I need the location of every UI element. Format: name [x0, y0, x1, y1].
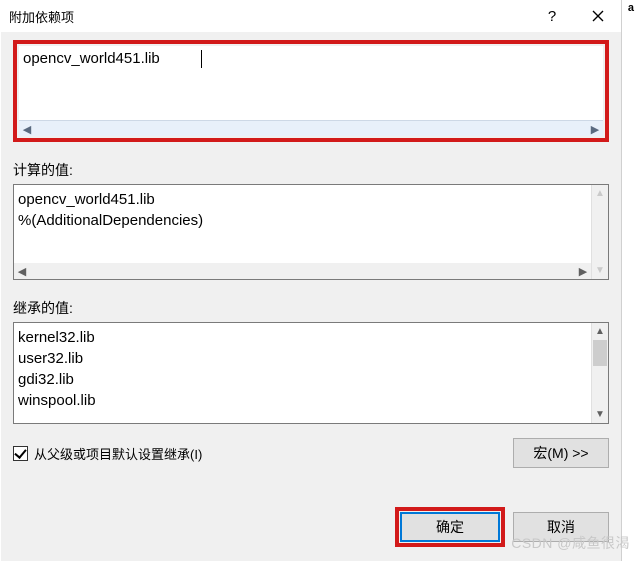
scroll-left-icon[interactable]: ◀	[19, 122, 35, 136]
edit-hscroll[interactable]: ◀ ▶	[19, 120, 603, 136]
scroll-up-icon[interactable]: ▲	[592, 323, 608, 340]
inherited-line: kernel32.lib	[18, 327, 588, 348]
inherited-vscroll[interactable]: ▲ ▼	[591, 323, 608, 423]
ok-button[interactable]: 确定	[400, 512, 500, 542]
dialog-footer: 确定 取消	[395, 507, 609, 547]
help-button[interactable]: ?	[529, 0, 575, 32]
inherit-checkbox-row[interactable]: 从父级或项目默认设置继承(I)	[13, 444, 202, 463]
additional-dependencies-dialog: 附加依赖项 ? opencv_world451.lib ◀ ▶ 计算的值: op…	[0, 0, 621, 561]
inherited-line: winspool.lib	[18, 390, 588, 411]
inherited-values-list[interactable]: kernel32.lib user32.lib gdi32.lib winspo…	[13, 322, 609, 424]
macro-button[interactable]: 宏(M) >>	[513, 438, 609, 468]
side-mark: a	[628, 2, 634, 14]
inherited-label: 继承的值:	[13, 298, 609, 318]
scroll-left-icon[interactable]: ◀	[14, 264, 30, 278]
cancel-button[interactable]: 取消	[513, 512, 609, 542]
scroll-right-icon[interactable]: ▶	[575, 264, 591, 278]
edit-highlight: opencv_world451.lib ◀ ▶	[13, 40, 609, 142]
computed-hscroll[interactable]: ◀ ▶	[14, 263, 591, 279]
scroll-thumb[interactable]	[593, 340, 607, 366]
dialog-title: 附加依赖项	[9, 7, 529, 26]
side-strip: a	[621, 0, 636, 561]
scroll-down-icon[interactable]: ▼	[592, 262, 608, 279]
titlebar[interactable]: 附加依赖项 ?	[1, 0, 621, 32]
dependencies-edit[interactable]: opencv_world451.lib ◀ ▶	[19, 46, 603, 136]
computed-label: 计算的值:	[13, 160, 609, 180]
scroll-right-icon[interactable]: ▶	[587, 122, 603, 136]
close-icon	[592, 10, 604, 22]
computed-values-list: opencv_world451.lib %(AdditionalDependen…	[13, 184, 609, 280]
computed-line: opencv_world451.lib	[18, 189, 604, 210]
inherited-line: gdi32.lib	[18, 369, 588, 390]
inherit-checkbox-label: 从父级或项目默认设置继承(I)	[34, 444, 202, 463]
close-button[interactable]	[575, 0, 621, 32]
scroll-up-icon[interactable]: ▲	[592, 185, 608, 202]
inherit-checkbox[interactable]	[13, 446, 28, 461]
ok-highlight: 确定	[395, 507, 505, 547]
inherited-line: user32.lib	[18, 348, 588, 369]
text-caret	[201, 50, 202, 68]
computed-vscroll[interactable]: ▲ ▼	[591, 185, 608, 279]
computed-line: %(AdditionalDependencies)	[18, 210, 604, 231]
edit-value: opencv_world451.lib	[23, 50, 160, 67]
scroll-down-icon[interactable]: ▼	[592, 406, 608, 423]
